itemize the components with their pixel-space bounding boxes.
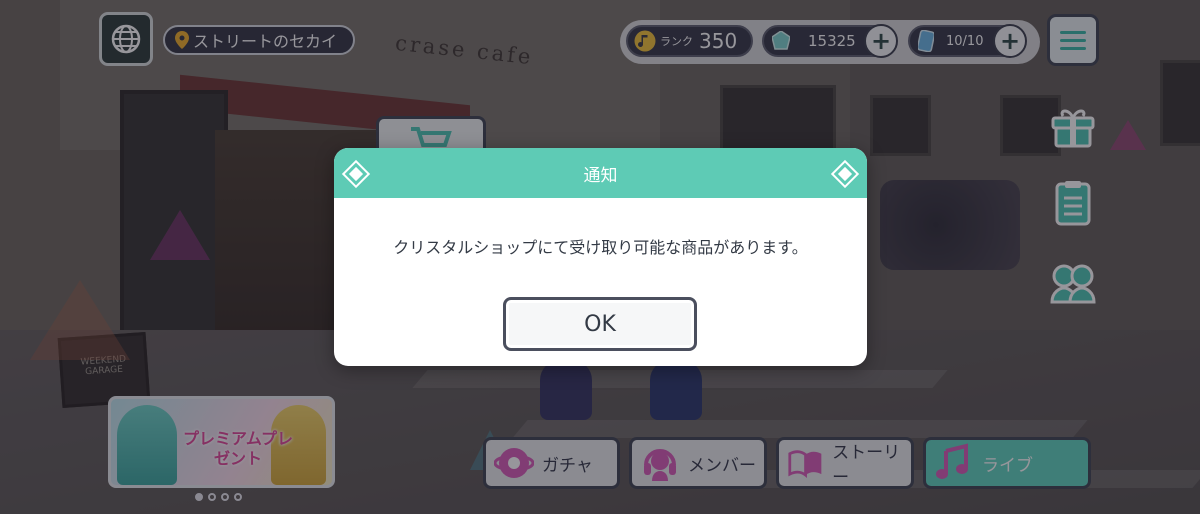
- dialog-message: クリスタルショップにて受け取り可能な商品があります。: [393, 238, 808, 257]
- dialog-header: 通知: [334, 148, 867, 198]
- dialog-title: 通知: [583, 165, 618, 186]
- diamond-icon: [341, 159, 371, 189]
- ok-button-label: OK: [584, 311, 616, 337]
- notification-dialog: 通知 クリスタルショップにて受け取り可能な商品があります。 OK: [334, 148, 867, 366]
- diamond-icon: [830, 159, 860, 189]
- ok-button[interactable]: OK: [503, 297, 697, 351]
